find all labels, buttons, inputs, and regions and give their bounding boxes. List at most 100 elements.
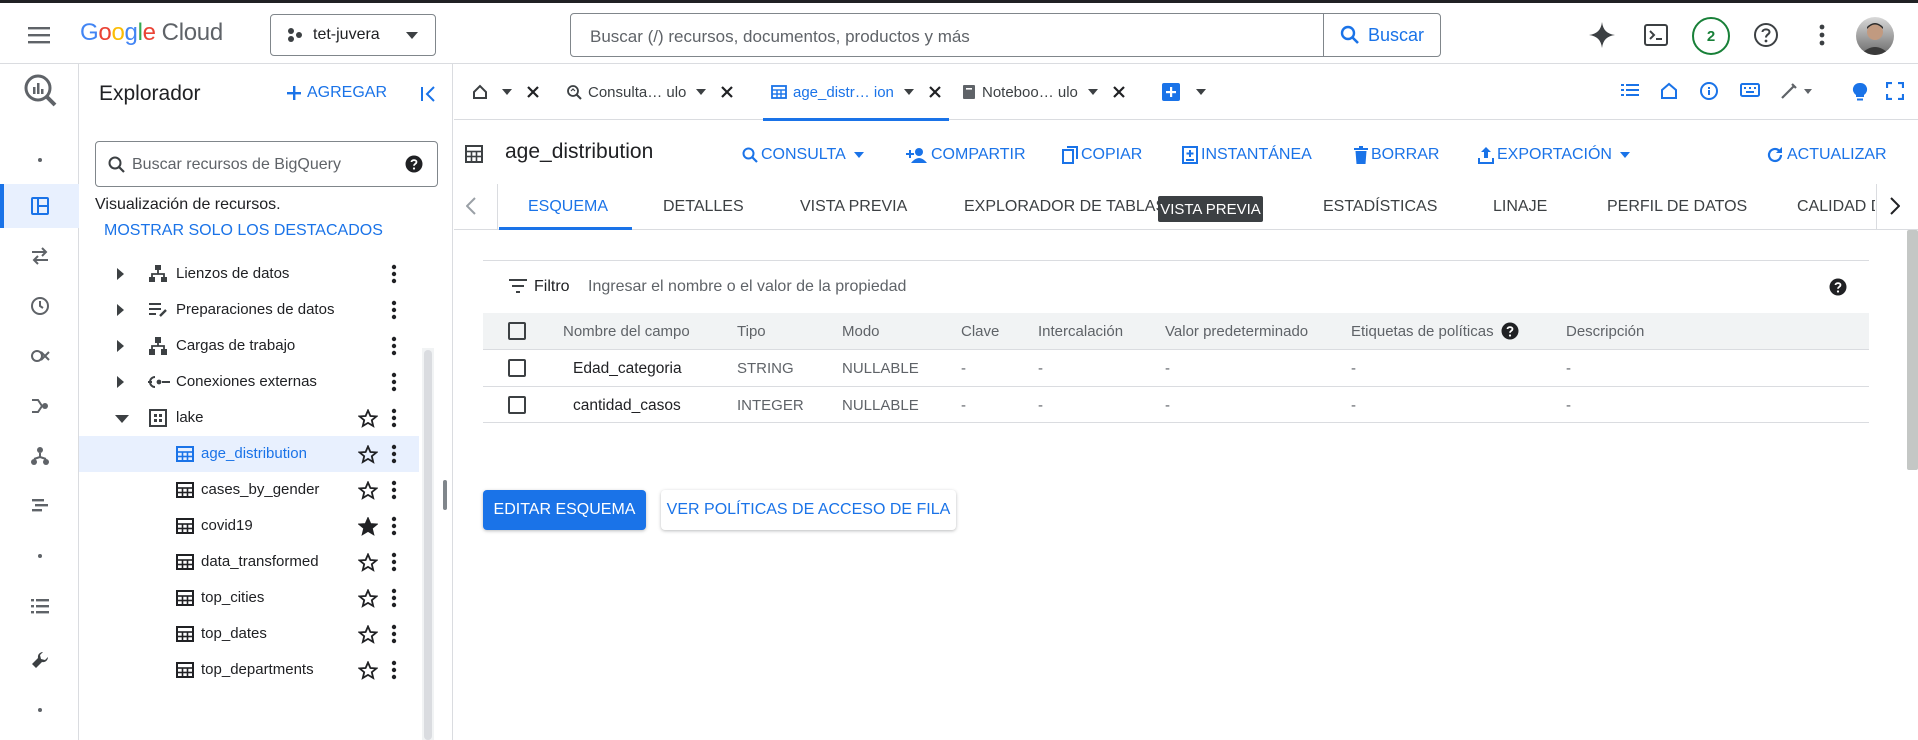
google-cloud-logo[interactable]: Google Cloud: [80, 19, 223, 47]
project-selector[interactable]: tet-juvera: [270, 14, 436, 56]
column-header[interactable]: Modo: [842, 323, 880, 340]
show-starred-link[interactable]: MOSTRAR SOLO LOS DESTACADOS: [104, 222, 383, 240]
more-vert-icon[interactable]: [1808, 21, 1836, 49]
tree-item-table-age-distribution[interactable]: age_distribution: [79, 436, 419, 472]
help-filled-icon[interactable]: [1829, 278, 1847, 296]
expand-arrow-icon[interactable]: [115, 268, 125, 280]
share-button[interactable]: COMPARTIR: [906, 146, 1026, 164]
home-icon[interactable]: [1660, 82, 1678, 100]
query-button[interactable]: CONSULTA: [742, 146, 867, 164]
column-header[interactable]: Valor predeterminado: [1165, 323, 1308, 340]
chevron-down-icon[interactable]: [696, 89, 707, 95]
chevron-down-icon[interactable]: [903, 89, 914, 95]
star-outline-icon[interactable]: [358, 445, 378, 464]
more-vert-icon[interactable]: [391, 300, 397, 320]
tree-item-table-top-departments[interactable]: top_departments: [79, 652, 419, 688]
row-access-policies-button[interactable]: VER POLÍTICAS DE ACCESO DE FILA: [661, 490, 956, 530]
column-header[interactable]: Etiquetas de políticas: [1351, 323, 1494, 340]
chevron-down-icon[interactable]: [1196, 89, 1206, 95]
lightbulb-icon[interactable]: [1852, 82, 1868, 102]
scheduled-queries-icon[interactable]: [0, 284, 79, 328]
gemini-icon[interactable]: [1588, 21, 1616, 49]
data-prep-icon[interactable]: [0, 484, 79, 528]
star-outline-icon[interactable]: [358, 661, 378, 680]
refresh-button[interactable]: ACTUALIZAR: [1766, 146, 1887, 164]
help-icon[interactable]: [1752, 21, 1780, 49]
magic-wand-icon[interactable]: [1780, 82, 1814, 100]
collapse-panel-icon[interactable]: [419, 84, 439, 104]
chevron-left-icon[interactable]: [466, 197, 476, 215]
more-vert-icon[interactable]: [391, 336, 397, 356]
tab-table-explorer[interactable]: EXPLORADOR DE TABLAS: [964, 198, 1166, 216]
tree-item-dataset-lake[interactable]: lake: [79, 400, 419, 436]
tab-details[interactable]: DETALLES: [663, 198, 744, 216]
tab-data-profile[interactable]: PERFIL DE DATOS: [1607, 198, 1747, 216]
chevron-right-icon[interactable]: [1890, 197, 1900, 215]
tab-notebook[interactable]: Noteboo… ulo: [962, 64, 1126, 120]
new-tab-button[interactable]: [1162, 64, 1206, 120]
data-transfers-icon[interactable]: [0, 234, 79, 278]
column-header[interactable]: Intercalación: [1038, 323, 1123, 340]
list-view-icon[interactable]: [1620, 82, 1640, 98]
column-header[interactable]: Nombre del campo: [563, 323, 690, 340]
help-filled-icon[interactable]: [1501, 322, 1519, 340]
tree-item-table-top-cities[interactable]: top_cities: [79, 580, 419, 616]
tab-lineage[interactable]: LINAJE: [1493, 198, 1547, 216]
explorer-scrollbar-thumb[interactable]: [424, 350, 432, 740]
tree-item-external-connections[interactable]: Conexiones externas: [79, 364, 419, 400]
tab-home[interactable]: [472, 64, 540, 120]
info-icon[interactable]: [1700, 82, 1718, 100]
star-outline-icon[interactable]: [358, 481, 378, 500]
filter-input[interactable]: Ingresar el nombre o el valor de la prop…: [588, 278, 906, 296]
more-vert-icon[interactable]: [391, 480, 397, 500]
expand-arrow-icon[interactable]: [115, 340, 125, 352]
table-row[interactable]: cantidad_casos INTEGER NULLABLE - - - - …: [483, 386, 1869, 423]
analytics-hub-icon[interactable]: [0, 334, 79, 378]
add-button[interactable]: AGREGAR: [287, 84, 387, 102]
tree-item-data-preparations[interactable]: Preparaciones de datos: [79, 292, 419, 328]
table-row[interactable]: Edad_categoria STRING NULLABLE - - - - -: [483, 349, 1869, 386]
star-outline-icon[interactable]: [358, 553, 378, 572]
search-button[interactable]: Buscar: [1323, 14, 1440, 56]
star-filled-icon[interactable]: [358, 517, 378, 536]
tab-statistics[interactable]: ESTADÍSTICAS: [1323, 198, 1437, 216]
studio-icon[interactable]: [0, 184, 79, 228]
filter-bar[interactable]: Filtro Ingresar el nombre o el valor de …: [483, 261, 1869, 313]
tree-item-data-canvases[interactable]: Lienzos de datos: [79, 256, 419, 292]
chevron-down-icon[interactable]: [1087, 89, 1098, 95]
resource-search[interactable]: Buscar recursos de BigQuery: [95, 141, 438, 187]
copy-button[interactable]: COPIAR: [1062, 146, 1142, 164]
panel-resize-handle[interactable]: [443, 480, 447, 510]
more-vert-icon[interactable]: [391, 552, 397, 572]
edit-schema-button[interactable]: EDITAR ESQUEMA: [483, 490, 646, 530]
main-menu-icon[interactable]: [26, 22, 52, 48]
tree-item-table-cases-by-gender[interactable]: cases_by_gender: [79, 472, 419, 508]
tree-item-table-data-transformed[interactable]: data_transformed: [79, 544, 419, 580]
close-icon[interactable]: [720, 85, 734, 99]
tree-item-table-covid19[interactable]: covid19: [79, 508, 419, 544]
keyboard-icon[interactable]: [1740, 82, 1760, 98]
help-filled-icon[interactable]: [405, 155, 423, 173]
bigquery-logo-icon[interactable]: [0, 68, 79, 112]
dataform-icon[interactable]: [0, 434, 79, 478]
tree-item-workloads[interactable]: Cargas de trabajo: [79, 328, 419, 364]
more-vert-icon[interactable]: [391, 516, 397, 536]
notifications-badge[interactable]: 2: [1692, 17, 1730, 55]
more-vert-icon[interactable]: [391, 264, 397, 284]
snapshot-button[interactable]: INSTANTÁNEA: [1182, 146, 1312, 164]
fullscreen-icon[interactable]: [1886, 82, 1904, 100]
column-header[interactable]: Descripción: [1566, 323, 1644, 340]
tab-schema[interactable]: ESQUEMA: [528, 198, 608, 216]
cloud-shell-icon[interactable]: [1642, 21, 1670, 49]
tab-query[interactable]: Consulta… ulo: [566, 64, 734, 120]
delete-button[interactable]: BORRAR: [1354, 146, 1439, 164]
star-outline-icon[interactable]: [358, 625, 378, 644]
column-header[interactable]: Clave: [961, 323, 999, 340]
main-scrollbar-thumb[interactable]: [1907, 230, 1918, 470]
export-button[interactable]: EXPORTACIÓN: [1478, 146, 1633, 164]
more-vert-icon[interactable]: [391, 588, 397, 608]
more-vert-icon[interactable]: [391, 372, 397, 392]
row-checkbox[interactable]: [508, 396, 526, 414]
pipelines-icon[interactable]: [0, 384, 79, 428]
tab-age-distribution[interactable]: age_distr… ion: [763, 64, 949, 121]
